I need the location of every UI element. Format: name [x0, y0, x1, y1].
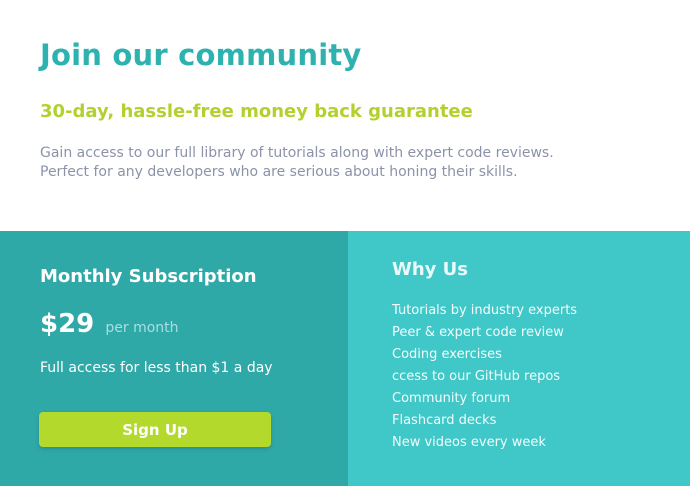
intro-section: Join our community 30-day, hassle-free m… [0, 0, 690, 231]
subscription-panel: Monthly Subscription $29 per month Full … [0, 231, 348, 486]
subscription-title: Monthly Subscription [40, 266, 257, 287]
sign-up-button[interactable]: Sign Up [39, 412, 271, 447]
why-us-item: New videos every week [392, 435, 546, 450]
description-line: Gain access to our full library of tutor… [40, 145, 554, 161]
intro-description: Gain access to our full library of tutor… [40, 144, 600, 182]
price-row: $29 per month [40, 309, 179, 339]
description-line: Perfect for any developers who are serio… [40, 164, 518, 180]
why-us-item: Community forum [392, 391, 511, 406]
price-amount: $29 [40, 309, 95, 339]
why-us-panel: Why Us Tutorials by industry experts Pee… [348, 231, 690, 486]
page-title: Join our community [40, 38, 362, 72]
why-us-item: Peer & expert code review [392, 325, 564, 340]
why-us-title: Why Us [392, 259, 468, 280]
why-us-item: ccess to our GitHub repos [392, 369, 561, 384]
access-text: Full access for less than $1 a day [40, 360, 273, 376]
why-us-item: Tutorials by industry experts [392, 303, 578, 318]
guarantee-heading: 30-day, hassle-free money back guarantee [40, 101, 473, 122]
why-us-item: Coding exercises [392, 347, 502, 362]
why-us-list: Tutorials by industry experts Peer & exp… [392, 300, 577, 454]
price-period: per month [105, 320, 179, 336]
why-us-item: Flashcard decks [392, 413, 497, 428]
